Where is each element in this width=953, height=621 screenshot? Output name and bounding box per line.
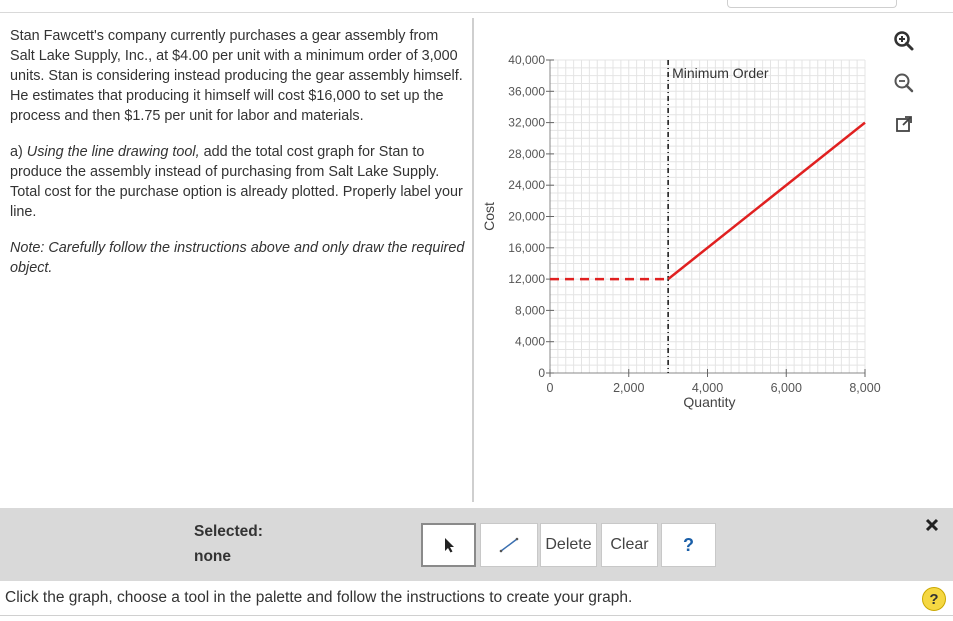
minimum-order-label: Minimum Order	[672, 65, 769, 81]
help-button[interactable]: ?	[661, 523, 716, 567]
top-divider	[0, 12, 953, 13]
y-tick-label: 24,000	[508, 178, 545, 192]
note-text: Note: Carefully follow the instructions …	[10, 240, 465, 276]
y-tick-label: 28,000	[508, 147, 545, 161]
y-tick-label: 12,000	[508, 272, 545, 286]
y-tick-label: 32,000	[508, 116, 545, 130]
clear-button[interactable]: Clear	[601, 523, 658, 567]
y-tick-label: 40,000	[508, 53, 545, 67]
bottom-divider	[0, 615, 953, 616]
selected-label: Selected:	[194, 523, 263, 540]
graph-area[interactable]: 0 4,000 8,000 12,000 16,000 20,000 24,000 28,00…	[480, 40, 900, 440]
y-tick-label: 0	[538, 366, 545, 380]
tool-palette: Selected: none Delete Clear ?	[0, 508, 953, 581]
y-tick-label: 4,000	[515, 335, 545, 349]
problem-statement: Stan Fawcett's company currently purchas…	[10, 28, 463, 124]
y-tick-label: 36,000	[508, 84, 545, 98]
x-tick-label: 8,000	[849, 381, 880, 395]
line-tool-button[interactable]	[480, 523, 538, 567]
zoom-out-button[interactable]	[890, 70, 918, 96]
delete-button[interactable]: Delete	[540, 523, 597, 567]
y-tick-label: 16,000	[508, 241, 545, 255]
x-tick-label: 4,000	[692, 381, 723, 395]
part-a-text: a) Using the line drawing tool, add the …	[10, 144, 463, 220]
help-circle-button[interactable]: ?	[922, 587, 946, 611]
zoom-in-icon	[894, 31, 914, 51]
cost-chart[interactable]: 0 4,000 8,000 12,000 16,000 20,000 24,000 28,00…	[480, 40, 900, 440]
close-icon	[925, 518, 939, 532]
status-text: Click the graph, choose a tool in the pa…	[5, 589, 633, 606]
y-tick-label: 8,000	[515, 303, 545, 317]
panel-divider	[472, 18, 474, 502]
line-tool-icon	[499, 537, 519, 553]
x-tick-label: 6,000	[771, 381, 802, 395]
y-axis-label: Cost	[481, 202, 497, 231]
zoom-in-button[interactable]	[890, 28, 918, 54]
y-tick-label: 20,000	[508, 210, 545, 224]
x-axis-label: Quantity	[683, 394, 735, 410]
status-bar: Click the graph, choose a tool in the pa…	[0, 581, 953, 615]
popout-button[interactable]	[890, 111, 918, 137]
zoom-out-icon	[894, 73, 914, 93]
top-tab[interactable]	[727, 0, 897, 8]
pointer-icon	[444, 538, 454, 553]
instructions-panel: Stan Fawcett's company currently purchas…	[10, 26, 465, 294]
pointer-tool-button[interactable]	[421, 523, 476, 567]
selected-value: none	[194, 548, 232, 565]
x-tick-label: 2,000	[613, 381, 644, 395]
close-palette-button[interactable]	[922, 515, 942, 535]
popout-icon	[896, 116, 912, 132]
x-tick-label: 0	[547, 381, 554, 395]
